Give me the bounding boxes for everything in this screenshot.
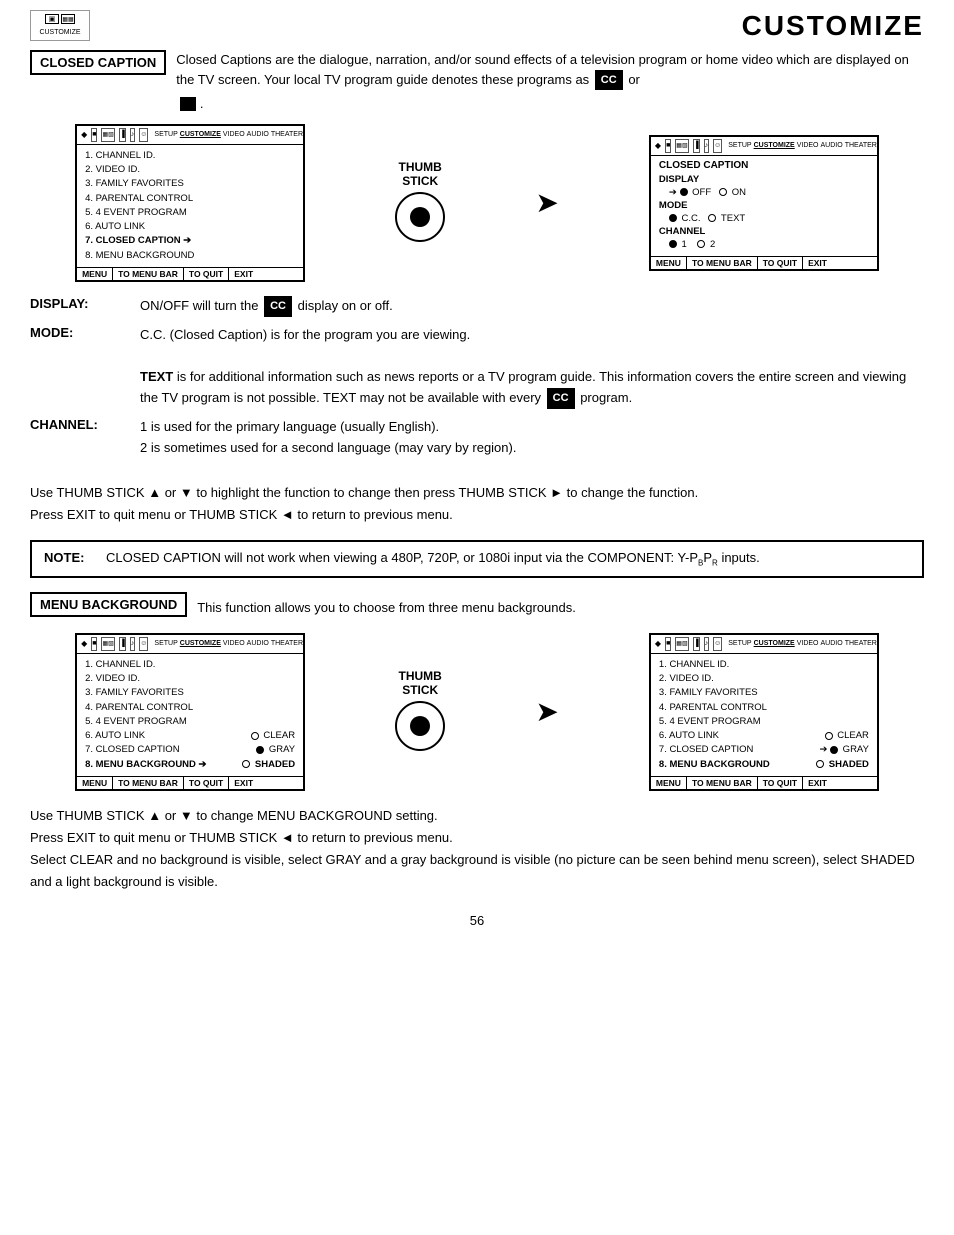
tv-menubar-right-mb: ◆ ■ ▦▧ ▐ ♪ ☺ SETUP CUSTOMIZE VIDEO AUDIO… (651, 635, 877, 654)
usage-text-mb: Use THUMB STICK ▲ or ▼ to change MENU BA… (30, 805, 924, 893)
right-tv-screen-mb: ◆ ■ ▦▧ ▐ ♪ ☺ SETUP CUSTOMIZE VIDEO AUDIO… (649, 633, 879, 791)
mode-content: C.C. (Closed Caption) is for the program… (140, 325, 924, 409)
menu-background-desc: This function allows you to choose from … (197, 600, 576, 615)
tv-content-right-mb: 1. CHANNEL ID. 2. VIDEO ID. 3. FAMILY FA… (651, 654, 877, 776)
arrow-right-cc: ➤ (535, 186, 558, 219)
left-tv-screen-cc: ◆ ■ ▦▧ ▐ ♪ ☺ SETUP CUSTOMIZE VIDEO AUDIO… (75, 124, 305, 282)
note-text: CLOSED CAPTION will not work when viewin… (106, 550, 760, 568)
display-content: ON/OFF will turn the CC display on or of… (140, 296, 924, 318)
tv-footer-left-mb: MENU TO MENU BAR TO QUIT EXIT (77, 776, 303, 789)
tv-content-left-cc: 1. CHANNEL ID. 2. VIDEO ID. 3. FAMILY FA… (77, 145, 303, 267)
logo-text: CUSTOMIZE (39, 29, 80, 36)
cc-settings-panel: CLOSED CAPTION DISPLAY ➔ OFF ON MODE C.C… (651, 156, 877, 256)
thumb-stick-mb: THUMBSTICK (395, 669, 445, 755)
channel-content: 1 is used for the primary language (usua… (140, 417, 924, 459)
menu-background-section-header: MENU BACKGROUND This function allows you… (30, 592, 924, 623)
logo-box: ▣ ▦▦ CUSTOMIZE (30, 10, 90, 41)
note-label: NOTE: (44, 550, 94, 565)
tv-menubar-left-mb: ◆ ■ ▦▧ ▐ ♪ ☺ SETUP CUSTOMIZE VIDEO AUDIO… (77, 635, 303, 654)
closed-caption-section: CLOSED CAPTION Closed Captions are the d… (30, 50, 924, 114)
tv-footer-right-cc: MENU TO MENU BAR TO QUIT EXIT (651, 256, 877, 269)
thumb-stick-cc: THUMBSTICK (395, 160, 445, 246)
thumb-circle (395, 192, 445, 242)
right-tv-screen-cc: ◆ ■ ▦▧ ▐ ♪ ☺ SETUP CUSTOMIZE VIDEO AUDIO… (649, 135, 879, 271)
channel-info: CHANNEL: 1 is used for the primary langu… (30, 417, 924, 459)
cc-icon-square (180, 97, 196, 111)
note-box: NOTE: CLOSED CAPTION will not work when … (30, 540, 924, 578)
cc-diagrams-row: ◆ ■ ▦▧ ▐ ♪ ☺ SETUP CUSTOMIZE VIDEO AUDIO… (30, 124, 924, 282)
tv-footer-right-mb: MENU TO MENU BAR TO QUIT EXIT (651, 776, 877, 789)
mode-info: MODE: C.C. (Closed Caption) is for the p… (30, 325, 924, 409)
display-label: DISPLAY: (30, 296, 140, 311)
display-info: DISPLAY: ON/OFF will turn the CC display… (30, 296, 924, 318)
cc-badge-text: CC (547, 388, 575, 410)
closed-caption-description: Closed Captions are the dialogue, narrat… (176, 50, 924, 114)
thumb-circle-mb (395, 701, 445, 751)
cc-badge-display: CC (264, 296, 292, 318)
arrow-right-mb: ➤ (535, 695, 558, 728)
tv-menubar-right-cc: ◆ ■ ▦▧ ▐ ♪ ☺ SETUP CUSTOMIZE VIDEO AUDIO… (651, 137, 877, 156)
mode-label: MODE: (30, 325, 140, 340)
usage-text-cc: Use THUMB STICK ▲ or ▼ to highlight the … (30, 482, 924, 526)
menu-background-label: MENU BACKGROUND (30, 592, 187, 617)
page-number: 56 (30, 913, 924, 928)
cc-badge-inline: CC (595, 70, 623, 91)
tv-footer-left-cc: MENU TO MENU BAR TO QUIT EXIT (77, 267, 303, 280)
page-header: ▣ ▦▦ CUSTOMIZE CUSTOMIZE (30, 10, 924, 42)
left-tv-screen-mb: ◆ ■ ▦▧ ▐ ♪ ☺ SETUP CUSTOMIZE VIDEO AUDIO… (75, 633, 305, 791)
channel-label: CHANNEL: (30, 417, 140, 432)
closed-caption-label: CLOSED CAPTION (30, 50, 166, 75)
tv-content-left-mb: 1. CHANNEL ID. 2. VIDEO ID. 3. FAMILY FA… (77, 654, 303, 776)
tv-menubar-left: ◆ ■ ▦▧ ▐ ♪ ☺ SETUP CUSTOMIZE VIDEO AUDIO… (77, 126, 303, 145)
mb-diagrams-row: ◆ ■ ▦▧ ▐ ♪ ☺ SETUP CUSTOMIZE VIDEO AUDIO… (30, 633, 924, 791)
page-title: CUSTOMIZE (742, 10, 924, 42)
